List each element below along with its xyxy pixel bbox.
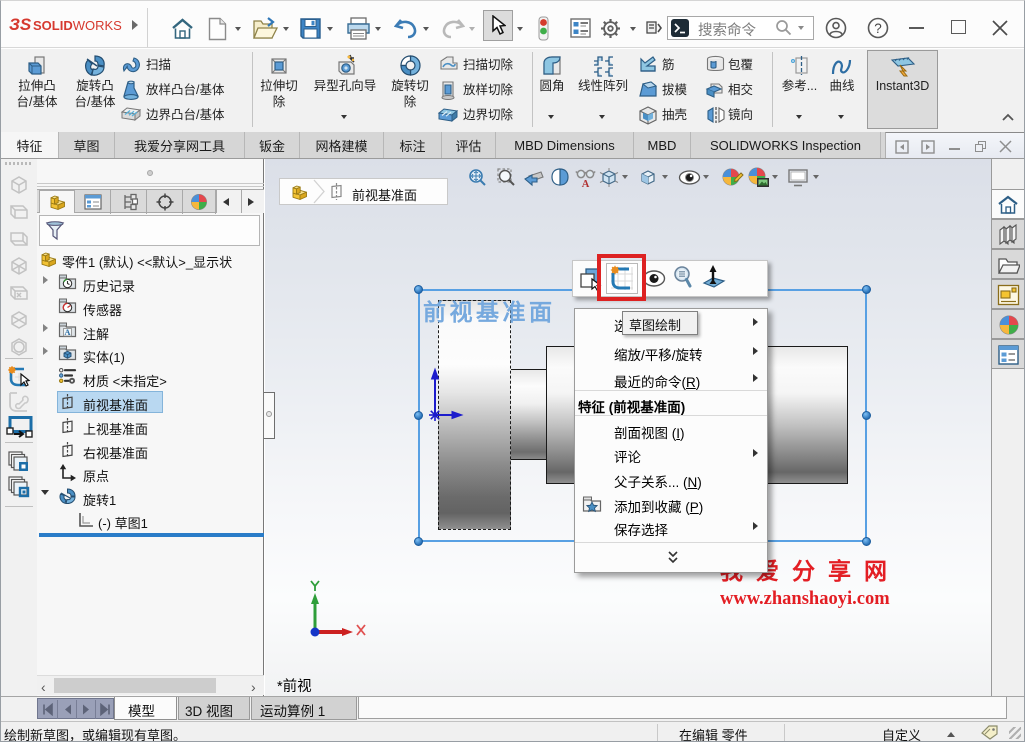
svg-text:A: A: [582, 179, 590, 188]
svg-text:ЗS: ЗS: [9, 15, 32, 34]
svg-text:A: A: [64, 327, 71, 337]
svg-text:?: ?: [874, 21, 882, 36]
